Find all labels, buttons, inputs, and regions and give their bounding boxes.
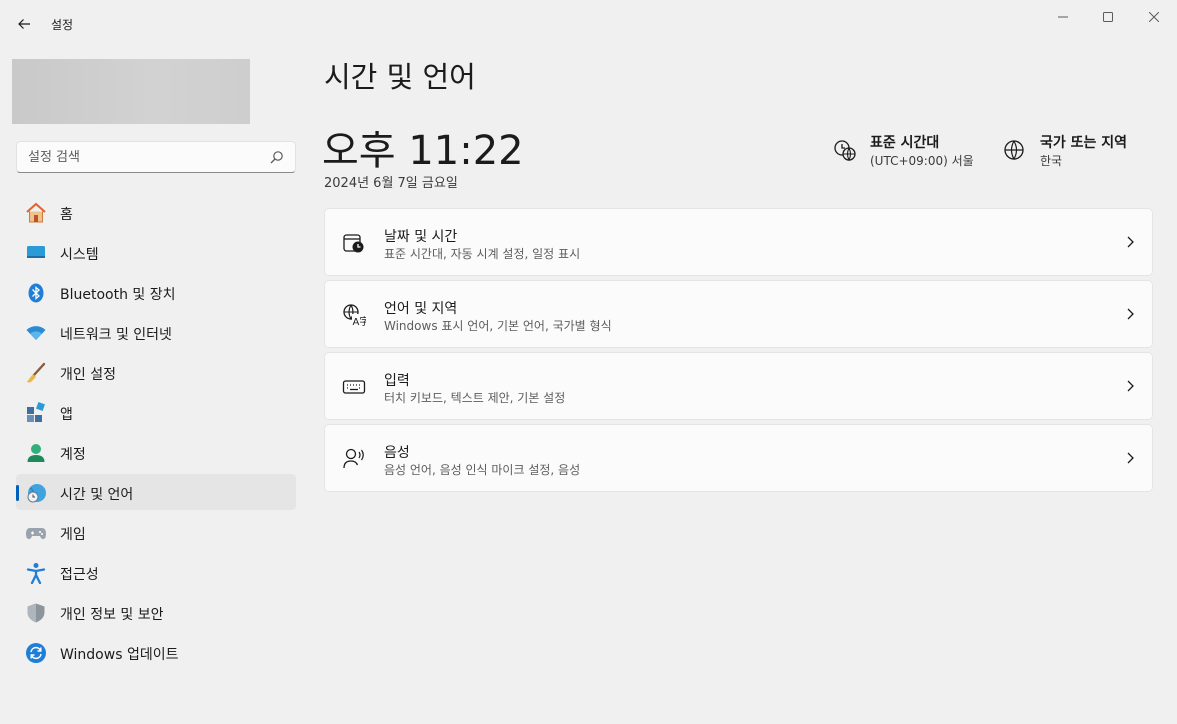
card-title: 언어 및 지역: [384, 301, 458, 317]
chevron-right-icon: [1127, 236, 1134, 248]
sidebar-item-windows-update[interactable]: Windows 업데이트: [16, 634, 296, 670]
gamepad-icon: [25, 522, 47, 544]
update-icon: [25, 642, 47, 664]
card-subtitle: Windows 표시 언어, 기본 언어, 국가별 형식: [384, 319, 612, 333]
chevron-right-icon: [1127, 452, 1134, 464]
maximize-button[interactable]: [1085, 4, 1131, 30]
card-speech[interactable]: 음성 음성 언어, 음성 인식 마이크 설정, 음성: [324, 424, 1153, 492]
card-title: 입력: [384, 373, 410, 389]
sidebar-item-personalization[interactable]: 개인 설정: [16, 354, 296, 390]
timezone-info: 표준 시간대 (UTC+09:00) 서울: [833, 130, 993, 174]
current-time: 오후 11:22: [322, 128, 524, 174]
page-title: 시간 및 언어: [324, 60, 476, 94]
sidebar-item-label: Windows 업데이트: [60, 647, 179, 663]
card-subtitle: 터치 키보드, 텍스트 제안, 기본 설정: [384, 391, 566, 405]
chevron-right-icon: [1127, 308, 1134, 320]
timezone-value: (UTC+09:00) 서울: [870, 154, 974, 168]
keyboard-icon: [342, 380, 366, 394]
language-icon: A字: [343, 304, 367, 327]
system-icon: [25, 242, 47, 264]
maximize-icon: [1103, 12, 1113, 22]
sidebar-item-apps[interactable]: 앱: [16, 394, 296, 430]
sidebar-item-label: 시스템: [60, 247, 99, 263]
card-title: 음성: [384, 445, 410, 461]
search-icon[interactable]: [270, 150, 284, 164]
sidebar-item-label: 게임: [60, 527, 86, 543]
card-language-region[interactable]: A字 언어 및 지역 Windows 표시 언어, 기본 언어, 국가별 형식: [324, 280, 1153, 348]
sidebar-item-accessibility[interactable]: 접근성: [16, 554, 296, 590]
settings-window: 설정 홈 시스템: [0, 0, 1177, 724]
close-icon: [1149, 12, 1159, 22]
shield-icon: [25, 602, 47, 624]
speech-icon: [343, 448, 364, 469]
sidebar-item-label: 앱: [60, 407, 73, 423]
app-title: 설정: [51, 18, 74, 32]
sidebar-item-gaming[interactable]: 게임: [16, 514, 296, 550]
settings-cards: 날짜 및 시간 표준 시간대, 자동 시계 설정, 일정 표시 A字 언어 및 …: [324, 208, 1153, 496]
card-typing[interactable]: 입력 터치 키보드, 텍스트 제안, 기본 설정: [324, 352, 1153, 420]
user-profile-card[interactable]: [12, 59, 250, 124]
globe-icon: [1004, 140, 1024, 161]
wifi-icon: [25, 322, 47, 344]
card-subtitle: 음성 언어, 음성 인식 마이크 설정, 음성: [384, 463, 581, 477]
back-arrow-icon: [18, 19, 30, 29]
sidebar-item-accounts[interactable]: 계정: [16, 434, 296, 470]
account-icon: [25, 442, 47, 464]
timezone-clock-globe-icon: [834, 140, 856, 162]
accessibility-icon: [25, 562, 47, 584]
sidebar-item-system[interactable]: 시스템: [16, 234, 296, 270]
region-info: 국가 또는 지역 한국: [1003, 130, 1153, 174]
sidebar-item-privacy[interactable]: 개인 정보 및 보안: [16, 594, 296, 630]
back-button[interactable]: [12, 12, 36, 36]
search-box: [16, 141, 296, 173]
sidebar-item-bluetooth[interactable]: Bluetooth 및 장치: [16, 274, 296, 310]
sidebar-item-label: 개인 설정: [60, 367, 116, 383]
calendar-clock-icon: [343, 234, 364, 253]
close-button[interactable]: [1131, 4, 1177, 30]
region-title: 국가 또는 지역: [1040, 135, 1128, 151]
search-input[interactable]: [17, 142, 263, 172]
sidebar-item-label: 네트워크 및 인터넷: [60, 327, 172, 343]
home-icon: [25, 202, 47, 224]
svg-text:A字: A字: [353, 315, 367, 327]
bluetooth-icon: [25, 282, 47, 304]
sidebar-nav: 홈 시스템 Bluetooth 및 장치 네트워크 및 인터넷 개인 설정 앱 …: [16, 194, 296, 674]
card-subtitle: 표준 시간대, 자동 시계 설정, 일정 표시: [384, 247, 581, 261]
sidebar-item-time-language[interactable]: 시간 및 언어: [16, 474, 296, 510]
timezone-title: 표준 시간대: [870, 135, 940, 151]
sidebar-item-label: 계정: [60, 447, 86, 463]
sidebar-item-label: 시간 및 언어: [60, 487, 134, 503]
sidebar-item-network[interactable]: 네트워크 및 인터넷: [16, 314, 296, 350]
card-title: 날짜 및 시간: [384, 229, 458, 245]
apps-icon: [25, 402, 47, 424]
sidebar-item-label: 개인 정보 및 보안: [60, 607, 164, 623]
time-language-icon: [25, 482, 47, 504]
region-value: 한국: [1040, 154, 1063, 168]
current-date: 2024년 6월 7일 금요일: [324, 176, 458, 191]
sidebar-item-label: Bluetooth 및 장치: [60, 287, 176, 303]
minimize-icon: [1058, 16, 1068, 18]
sidebar-item-home[interactable]: 홈: [16, 194, 296, 230]
sidebar-item-label: 접근성: [60, 567, 99, 583]
card-date-time[interactable]: 날짜 및 시간 표준 시간대, 자동 시계 설정, 일정 표시: [324, 208, 1153, 276]
minimize-button[interactable]: [1040, 4, 1086, 30]
title-bar: 설정: [0, 0, 1177, 46]
brush-icon: [25, 362, 47, 384]
chevron-right-icon: [1127, 380, 1134, 392]
sidebar-item-label: 홈: [60, 207, 73, 223]
